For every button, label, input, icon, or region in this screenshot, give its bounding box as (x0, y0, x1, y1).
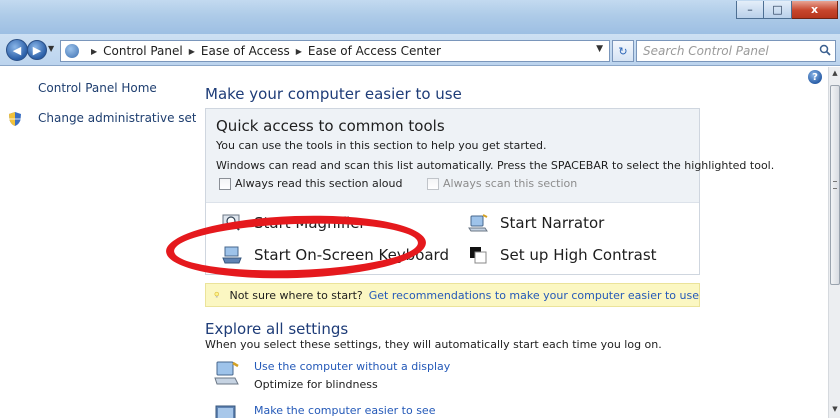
main-content: ? Make your computer easier to use Quick… (164, 67, 828, 418)
scroll-down-icon[interactable]: ▼ (830, 405, 840, 417)
crumb-separator[interactable]: ▶ (91, 47, 97, 56)
left-pane: Control Panel Home Change administrative… (0, 67, 226, 418)
breadcrumb-control-panel[interactable]: Control Panel (103, 44, 183, 58)
scan-checkbox: Always scan this section (427, 177, 577, 190)
recent-pages-dropdown-icon[interactable]: ▼ (48, 44, 54, 53)
window-controls: – □ x (736, 1, 838, 19)
breadcrumb-ease-of-access[interactable]: Ease of Access (201, 44, 290, 58)
quick-access-title: Quick access to common tools (216, 117, 445, 135)
setting-link[interactable]: Make the computer easier to see (254, 404, 435, 417)
setup-high-contrast-button[interactable]: Set up High Contrast (468, 246, 657, 264)
control-panel-home-link[interactable]: Control Panel Home (38, 81, 157, 95)
vertical-scrollbar[interactable]: ▲ ▼ (828, 67, 840, 418)
breadcrumb-ease-of-access-center[interactable]: Ease of Access Center (308, 44, 441, 58)
read-aloud-label: Always read this section aloud (235, 177, 403, 190)
scroll-grip-icon (833, 181, 837, 189)
quick-access-description: You can use the tools in this section to… (216, 139, 547, 152)
tip-text: Not sure where to start? (229, 288, 363, 302)
checkbox-box (427, 177, 439, 190)
start-narrator-button[interactable]: Start Narrator (468, 214, 604, 232)
close-button[interactable]: x (792, 1, 838, 19)
crumb-separator[interactable]: ▶ (189, 47, 195, 56)
help-icon[interactable]: ? (808, 70, 822, 84)
checkbox-box[interactable] (219, 177, 231, 190)
navigation-bar: ◀ ▶ ▼ ▶ Control Panel ▶ Ease of Access ▶… (0, 34, 840, 66)
crumb-separator[interactable]: ▶ (296, 47, 302, 56)
refresh-button[interactable]: ↻ (612, 40, 634, 62)
get-recommendations-link[interactable]: Get recommendations to make your compute… (369, 289, 699, 302)
recommendation-tip-bar: Not sure where to start? Get recommendat… (205, 283, 700, 307)
address-dropdown-icon[interactable]: ▼ (596, 44, 603, 54)
narrator-icon (468, 214, 488, 232)
back-button[interactable]: ◀ (6, 39, 28, 61)
address-bar[interactable]: ▶ Control Panel ▶ Ease of Access ▶ Ease … (60, 40, 610, 62)
search-icon[interactable] (819, 44, 831, 56)
search-placeholder: Search Control Panel (643, 44, 769, 58)
setup-high-contrast-label: Set up High Contrast (500, 246, 657, 264)
forward-button[interactable]: ▶ (27, 40, 47, 60)
title-bar: – □ x (0, 0, 840, 34)
minimize-button[interactable]: – (736, 1, 764, 19)
setting-link[interactable]: Use the computer without a display (254, 360, 450, 373)
quick-access-header: Quick access to common tools You can use… (206, 109, 774, 203)
control-panel-icon (65, 44, 79, 58)
display-icon (215, 405, 236, 418)
page-title: Make your computer easier to use (205, 85, 462, 103)
scroll-up-icon[interactable]: ▲ (830, 69, 840, 81)
start-narrator-label: Start Narrator (500, 214, 605, 232)
setting-description: Optimize for blindness (254, 378, 378, 391)
explore-settings-title: Explore all settings (205, 320, 349, 338)
read-aloud-checkbox[interactable]: Always read this section aloud (219, 177, 403, 190)
scroll-thumb[interactable] (830, 85, 840, 285)
quick-access-instructions: Windows can read and scan this list auto… (216, 159, 775, 172)
scan-label: Always scan this section (443, 177, 578, 190)
shield-icon (9, 112, 21, 126)
lightbulb-icon (214, 291, 219, 298)
maximize-button[interactable]: □ (764, 1, 792, 19)
narrator-icon (214, 361, 239, 385)
explore-settings-description: When you select these settings, they wil… (205, 338, 662, 351)
contrast-icon (470, 247, 487, 264)
search-input[interactable]: Search Control Panel (636, 40, 836, 62)
